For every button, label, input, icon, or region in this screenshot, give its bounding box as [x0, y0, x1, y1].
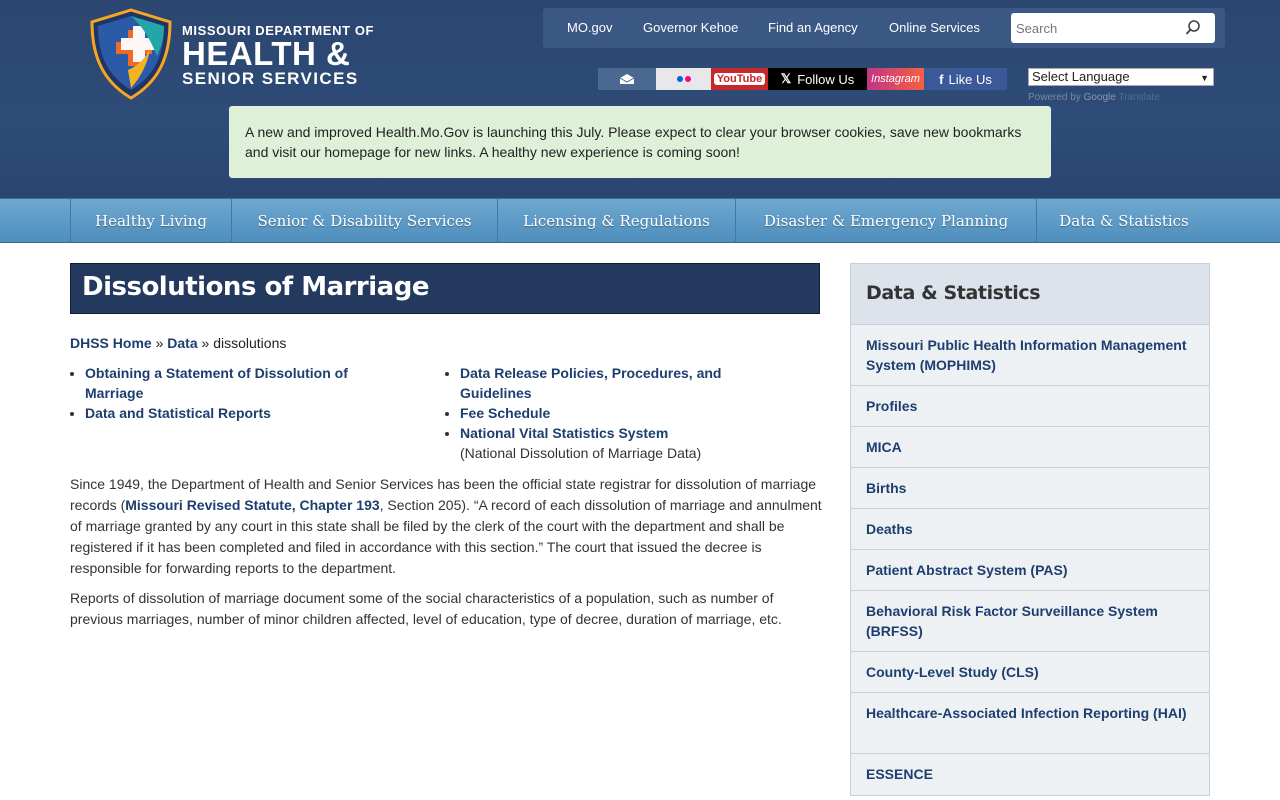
sidebar-item-mophims[interactable]: Missouri Public Health Information Manag… — [851, 325, 1209, 386]
link-fee-schedule[interactable]: Fee Schedule — [460, 405, 550, 421]
list-item: National Vital Statistics System (Nation… — [460, 423, 775, 463]
like-us-label: Like Us — [948, 71, 992, 87]
link-obtaining-statement[interactable]: Obtaining a Statement of Dissolution of … — [85, 365, 348, 401]
email-button[interactable] — [598, 68, 656, 90]
sidebar-item-births[interactable]: Births — [851, 468, 1209, 509]
envelope-icon — [619, 74, 635, 84]
sidebar-item-pas[interactable]: Patient Abstract System (PAS) — [851, 550, 1209, 591]
nav-disaster[interactable]: Disaster & Emergency Planning — [735, 199, 1036, 242]
sidebar-item-brfss[interactable]: Behavioral Risk Factor Surveillance Syst… — [851, 591, 1209, 652]
nav-senior-disability[interactable]: Senior & Disability Services — [231, 199, 497, 242]
flickr-button[interactable] — [656, 68, 711, 90]
list-item: Fee Schedule — [460, 403, 775, 423]
sidebar-item-profiles[interactable]: Profiles — [851, 386, 1209, 427]
facebook-icon: f — [939, 71, 944, 87]
sidebar-item-cls[interactable]: County-Level Study (CLS) — [851, 652, 1209, 693]
sidebar-item-hai[interactable]: Healthcare-Associated Infection Reportin… — [851, 693, 1209, 754]
list-item: Data and Statistical Reports — [85, 403, 400, 423]
site-header: MISSOURI DEPARTMENT OF HEALTH & SENIOR S… — [0, 0, 1280, 198]
sidebar-title: Data & Statistics — [851, 264, 1209, 325]
breadcrumb-separator: » — [201, 335, 210, 351]
reports-paragraph: Reports of dissolution of marriage docum… — [70, 590, 782, 627]
link-mo-gov[interactable]: MO.gov — [567, 20, 613, 35]
search-input[interactable] — [1011, 13, 1181, 43]
site-alert: A new and improved Health.Mo.Gov is laun… — [229, 106, 1051, 178]
nav-healthy-living[interactable]: Healthy Living — [70, 199, 231, 242]
breadcrumb-data[interactable]: Data — [167, 335, 197, 351]
sidebar-item-deaths[interactable]: Deaths — [851, 509, 1209, 550]
link-statistical-reports[interactable]: Data and Statistical Reports — [85, 405, 271, 421]
translate-link[interactable]: Translate — [1118, 92, 1159, 103]
breadcrumb-home[interactable]: DHSS Home — [70, 335, 152, 351]
chevron-down-icon: ▼ — [1200, 73, 1209, 83]
logo-text: MISSOURI DEPARTMENT OF HEALTH & SENIOR S… — [182, 21, 374, 88]
follow-us-label: Follow Us — [797, 71, 855, 87]
page-title: Dissolutions of Marriage — [70, 263, 820, 314]
x-follow-button[interactable]: 𝕏 Follow Us — [768, 68, 867, 90]
list-item: Data Release Policies, Procedures, and G… — [460, 363, 775, 403]
x-icon: 𝕏 — [780, 71, 792, 86]
sidebar: Data & Statistics Missouri Public Health… — [850, 263, 1210, 796]
powered-by-label: Powered by — [1028, 92, 1081, 103]
facebook-like-button[interactable]: f Like Us — [924, 68, 1007, 90]
sidebar-item-mica[interactable]: MICA — [851, 427, 1209, 468]
search-box — [1011, 13, 1215, 43]
nav-data-statistics[interactable]: Data & Statistics — [1036, 199, 1211, 242]
logo-line-3: SENIOR SERVICES — [182, 68, 359, 88]
instagram-button[interactable]: Instagram — [867, 68, 924, 90]
dhss-logo[interactable]: MISSOURI DEPARTMENT OF HEALTH & SENIOR S… — [88, 8, 374, 100]
youtube-icon: YouTube — [713, 73, 766, 85]
youtube-button[interactable]: YouTube — [711, 68, 768, 90]
shield-logo-icon — [90, 8, 172, 100]
breadcrumb-separator: » — [155, 335, 164, 351]
link-data-release-policies[interactable]: Data Release Policies, Procedures, and G… — [460, 365, 721, 401]
instagram-icon: Instagram — [871, 73, 920, 85]
link-list-right: Data Release Policies, Procedures, and G… — [445, 363, 775, 463]
list-item: Obtaining a Statement of Dissolution of … — [85, 363, 400, 403]
breadcrumb: DHSS Home » Data » dissolutions — [70, 335, 286, 351]
link-find-agency[interactable]: Find an Agency — [768, 20, 858, 35]
flickr-icon — [676, 76, 691, 82]
link-nvss[interactable]: National Vital Statistics System — [460, 425, 668, 441]
language-select[interactable]: Select Language ▼ — [1028, 68, 1214, 86]
main-nav: Healthy Living Senior & Disability Servi… — [0, 198, 1280, 243]
breadcrumb-current: dissolutions — [213, 335, 287, 351]
intro-paragraph: Since 1949, the Department of Health and… — [70, 474, 822, 579]
link-online-services[interactable]: Online Services — [889, 20, 980, 35]
link-revised-statute[interactable]: Missouri Revised Statute, Chapter 193 — [125, 497, 379, 513]
google-logo: Google — [1083, 92, 1116, 103]
nav-licensing[interactable]: Licensing & Regulations — [497, 199, 735, 242]
search-icon[interactable] — [1185, 19, 1201, 37]
language-select-value: Select Language — [1032, 69, 1130, 84]
powered-by-google: Powered by Google Translate — [1028, 92, 1160, 103]
nvss-note: (National Dissolution of Marriage Data) — [460, 445, 702, 461]
logo-line-2: HEALTH & — [182, 34, 351, 72]
link-governor[interactable]: Governor Kehoe — [643, 20, 738, 35]
link-list-left: Obtaining a Statement of Dissolution of … — [70, 363, 400, 423]
sidebar-item-essence[interactable]: ESSENCE — [851, 754, 1209, 795]
